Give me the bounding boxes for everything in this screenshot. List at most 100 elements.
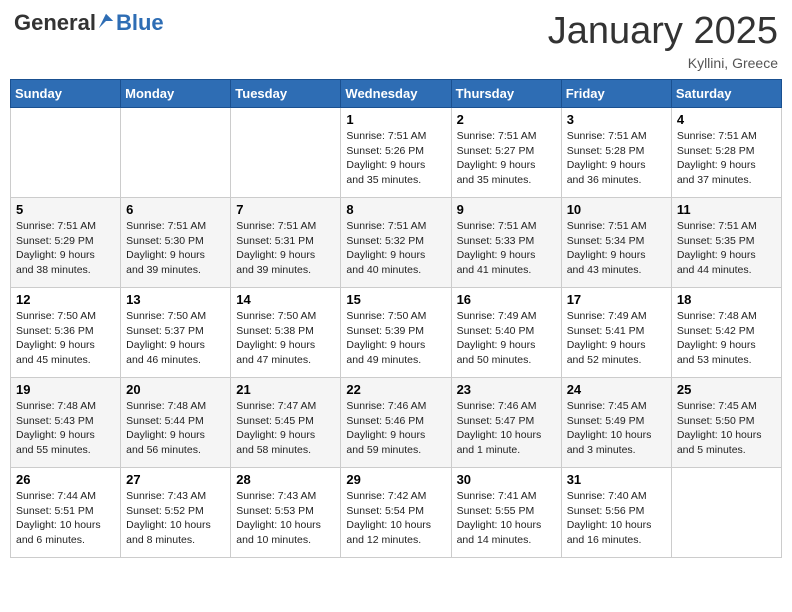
day-header-tuesday: Tuesday: [231, 80, 341, 108]
cell-content: Sunrise: 7:49 AMSunset: 5:41 PMDaylight:…: [567, 309, 666, 368]
day-number: 11: [677, 202, 776, 217]
calendar-cell: 4 Sunrise: 7:51 AMSunset: 5:28 PMDaylight…: [671, 108, 781, 198]
cell-content: Sunrise: 7:46 AMSunset: 5:47 PMDaylight:…: [457, 399, 556, 458]
cell-content: Sunrise: 7:51 AMSunset: 5:31 PMDaylight:…: [236, 219, 335, 278]
calendar-cell: [231, 108, 341, 198]
day-number: 16: [457, 292, 556, 307]
day-number: 21: [236, 382, 335, 397]
day-number: 3: [567, 112, 666, 127]
day-number: 31: [567, 472, 666, 487]
calendar-cell: 9Sunrise: 7:51 AMSunset: 5:33 PMDaylight…: [451, 198, 561, 288]
calendar-cell: 11 Sunrise: 7:51 AMSunset: 5:35 PMDayligh…: [671, 198, 781, 288]
calendar-cell: 26Sunrise: 7:44 AMSunset: 5:51 PMDayligh…: [11, 468, 121, 558]
calendar-cell: 18Sunrise: 7:48 AMSunset: 5:42 PMDayligh…: [671, 288, 781, 378]
cell-content: Sunrise: 7:51 AMSunset: 5:35 PMDaylight:…: [677, 219, 776, 278]
calendar-week-row: 5 Sunrise: 7:51 AMSunset: 5:29 PMDaylight…: [11, 198, 782, 288]
day-header-wednesday: Wednesday: [341, 80, 451, 108]
cell-content: Sunrise: 7:50 AMSunset: 5:36 PMDaylight:…: [16, 309, 115, 368]
cell-content: Sunrise: 7:43 AMSunset: 5:53 PMDaylight:…: [236, 489, 335, 548]
calendar-cell: 29 Sunrise: 7:42 AMSunset: 5:54 PMDayligh…: [341, 468, 451, 558]
day-number: 23: [457, 382, 556, 397]
day-number: 2: [457, 112, 556, 127]
day-header-friday: Friday: [561, 80, 671, 108]
cell-content: Sunrise: 7:51 AMSunset: 5:33 PMDaylight:…: [457, 219, 556, 278]
calendar-week-row: 26Sunrise: 7:44 AMSunset: 5:51 PMDayligh…: [11, 468, 782, 558]
title-block: January 2025 Kyllini, Greece: [548, 10, 778, 71]
day-number: 12: [16, 292, 115, 307]
day-number: 4: [677, 112, 776, 127]
day-header-sunday: Sunday: [11, 80, 121, 108]
day-number: 14: [236, 292, 335, 307]
day-header-saturday: Saturday: [671, 80, 781, 108]
calendar-cell: 1 Sunrise: 7:51 AMSunset: 5:26 PMDaylight…: [341, 108, 451, 198]
cell-content: Sunrise: 7:47 AMSunset: 5:45 PMDaylight:…: [236, 399, 335, 458]
cell-content: Sunrise: 7:51 AMSunset: 5:32 PMDaylight:…: [346, 219, 445, 278]
cell-content: Sunrise: 7:50 AMSunset: 5:38 PMDaylight:…: [236, 309, 335, 368]
cell-content: Sunrise: 7:45 AMSunset: 5:50 PMDaylight:…: [677, 399, 776, 458]
calendar-cell: 25Sunrise: 7:45 AMSunset: 5:50 PMDayligh…: [671, 378, 781, 468]
cell-content: Sunrise: 7:43 AMSunset: 5:52 PMDaylight:…: [126, 489, 225, 548]
cell-content: Sunrise: 7:50 AMSunset: 5:39 PMDaylight:…: [346, 309, 445, 368]
cell-content: Sunrise: 7:51 AMSunset: 5:29 PMDaylight:…: [16, 219, 115, 278]
cell-content: Sunrise: 7:48 AMSunset: 5:42 PMDaylight:…: [677, 309, 776, 368]
day-number: 1: [346, 112, 445, 127]
calendar-cell: 22 Sunrise: 7:46 AMSunset: 5:46 PMDayligh…: [341, 378, 451, 468]
day-number: 6: [126, 202, 225, 217]
cell-content: Sunrise: 7:42 AMSunset: 5:54 PMDaylight:…: [346, 489, 445, 548]
calendar-cell: 28 Sunrise: 7:43 AMSunset: 5:53 PMDayligh…: [231, 468, 341, 558]
cell-content: Sunrise: 7:51 AMSunset: 5:26 PMDaylight:…: [346, 129, 445, 188]
calendar-cell: 20Sunrise: 7:48 AMSunset: 5:44 PMDayligh…: [121, 378, 231, 468]
cell-content: Sunrise: 7:46 AMSunset: 5:46 PMDaylight:…: [346, 399, 445, 458]
day-number: 22: [346, 382, 445, 397]
cell-content: Sunrise: 7:41 AMSunset: 5:55 PMDaylight:…: [457, 489, 556, 548]
calendar-cell: 27 Sunrise: 7:43 AMSunset: 5:52 PMDayligh…: [121, 468, 231, 558]
day-number: 24: [567, 382, 666, 397]
calendar-cell: 16 Sunrise: 7:49 AMSunset: 5:40 PMDayligh…: [451, 288, 561, 378]
calendar-cell: [11, 108, 121, 198]
calendar-cell: 5 Sunrise: 7:51 AMSunset: 5:29 PMDaylight…: [11, 198, 121, 288]
day-number: 27: [126, 472, 225, 487]
calendar-cell: 7 Sunrise: 7:51 AMSunset: 5:31 PMDaylight…: [231, 198, 341, 288]
calendar-week-row: 1 Sunrise: 7:51 AMSunset: 5:26 PMDaylight…: [11, 108, 782, 198]
page-header: General Blue January 2025 Kyllini, Greec…: [10, 10, 782, 71]
calendar-cell: 12 Sunrise: 7:50 AMSunset: 5:36 PMDayligh…: [11, 288, 121, 378]
calendar-cell: 10Sunrise: 7:51 AMSunset: 5:34 PMDayligh…: [561, 198, 671, 288]
calendar-cell: 31 Sunrise: 7:40 AMSunset: 5:56 PMDayligh…: [561, 468, 671, 558]
logo: General Blue: [14, 10, 164, 36]
calendar-cell: [121, 108, 231, 198]
calendar-cell: 14 Sunrise: 7:50 AMSunset: 5:38 PMDayligh…: [231, 288, 341, 378]
day-number: 5: [16, 202, 115, 217]
day-number: 30: [457, 472, 556, 487]
cell-content: Sunrise: 7:49 AMSunset: 5:40 PMDaylight:…: [457, 309, 556, 368]
location-subtitle: Kyllini, Greece: [548, 55, 778, 71]
cell-content: Sunrise: 7:50 AMSunset: 5:37 PMDaylight:…: [126, 309, 225, 368]
calendar-week-row: 19Sunrise: 7:48 AMSunset: 5:43 PMDayligh…: [11, 378, 782, 468]
day-header-thursday: Thursday: [451, 80, 561, 108]
logo-icon: [97, 12, 115, 30]
calendar-week-row: 12 Sunrise: 7:50 AMSunset: 5:36 PMDayligh…: [11, 288, 782, 378]
calendar-cell: 30 Sunrise: 7:41 AMSunset: 5:55 PMDayligh…: [451, 468, 561, 558]
calendar-cell: 13 Sunrise: 7:50 AMSunset: 5:37 PMDayligh…: [121, 288, 231, 378]
calendar-cell: 19Sunrise: 7:48 AMSunset: 5:43 PMDayligh…: [11, 378, 121, 468]
cell-content: Sunrise: 7:48 AMSunset: 5:44 PMDaylight:…: [126, 399, 225, 458]
calendar-header-row: SundayMondayTuesdayWednesdayThursdayFrid…: [11, 80, 782, 108]
cell-content: Sunrise: 7:51 AMSunset: 5:28 PMDaylight:…: [677, 129, 776, 188]
day-number: 29: [346, 472, 445, 487]
calendar-cell: 8Sunrise: 7:51 AMSunset: 5:32 PMDaylight…: [341, 198, 451, 288]
cell-content: Sunrise: 7:45 AMSunset: 5:49 PMDaylight:…: [567, 399, 666, 458]
calendar-cell: 15Sunrise: 7:50 AMSunset: 5:39 PMDayligh…: [341, 288, 451, 378]
logo-general-text: General: [14, 10, 96, 36]
calendar-cell: 6 Sunrise: 7:51 AMSunset: 5:30 PMDaylight…: [121, 198, 231, 288]
cell-content: Sunrise: 7:40 AMSunset: 5:56 PMDaylight:…: [567, 489, 666, 548]
cell-content: Sunrise: 7:51 AMSunset: 5:28 PMDaylight:…: [567, 129, 666, 188]
day-number: 26: [16, 472, 115, 487]
day-number: 28: [236, 472, 335, 487]
cell-content: Sunrise: 7:51 AMSunset: 5:30 PMDaylight:…: [126, 219, 225, 278]
calendar-cell: 3 Sunrise: 7:51 AMSunset: 5:28 PMDaylight…: [561, 108, 671, 198]
day-number: 7: [236, 202, 335, 217]
day-number: 13: [126, 292, 225, 307]
day-header-monday: Monday: [121, 80, 231, 108]
calendar-cell: 17Sunrise: 7:49 AMSunset: 5:41 PMDayligh…: [561, 288, 671, 378]
month-title: January 2025: [548, 10, 778, 53]
day-number: 10: [567, 202, 666, 217]
